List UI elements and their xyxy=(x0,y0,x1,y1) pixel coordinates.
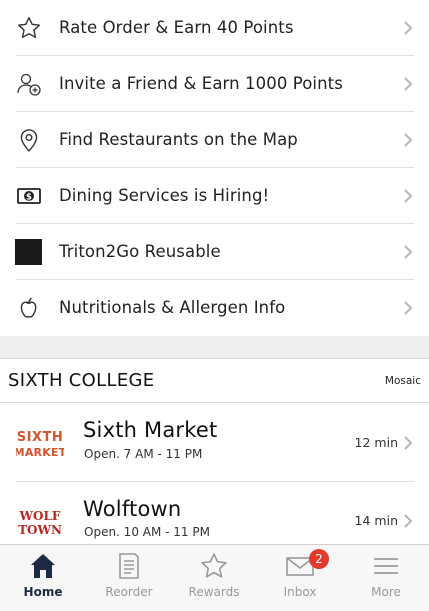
college-title: SIXTH COLLEGE xyxy=(8,370,155,391)
chevron-right-icon xyxy=(403,300,413,316)
menu-item-find-restaurants[interactable]: Find Restaurants on the Map xyxy=(0,112,429,168)
tab-label: Inbox xyxy=(283,585,317,599)
menu-item-rate-order[interactable]: Rate Order & Earn 40 Points xyxy=(0,0,429,56)
menu-item-nutritionals[interactable]: Nutritionals & Allergen Info xyxy=(0,280,429,336)
menu-item-label: Find Restaurants on the Map xyxy=(59,130,298,149)
black-square-icon xyxy=(15,238,43,266)
logo-text-line1: WOLF xyxy=(19,509,61,523)
chevron-right-icon xyxy=(403,435,413,451)
chevron-right-icon xyxy=(403,513,413,529)
tab-inbox[interactable]: 2 Inbox xyxy=(257,545,343,611)
tab-label: Home xyxy=(23,585,63,599)
college-header: SIXTH COLLEGE Mosaic xyxy=(0,359,429,403)
tab-label: Rewards xyxy=(188,585,240,599)
restaurant-name: Wolftown xyxy=(83,497,182,521)
chevron-right-icon xyxy=(403,132,413,148)
section-gap xyxy=(0,336,429,359)
chevron-right-icon xyxy=(403,76,413,92)
logo-text-line2: MARKET xyxy=(16,446,64,459)
restaurant-row-sixth-market[interactable]: SIXTH MARKET Sixth Market Open. 7 AM - 1… xyxy=(0,404,429,482)
star-outline-icon xyxy=(199,551,229,581)
menu-item-label: Rate Order & Earn 40 Points xyxy=(59,18,294,37)
tab-more[interactable]: More xyxy=(343,545,429,611)
tab-home[interactable]: Home xyxy=(0,545,86,611)
apple-icon xyxy=(15,294,43,322)
star-outline-icon xyxy=(15,14,43,42)
tab-label: More xyxy=(371,585,401,599)
college-link-mosaic[interactable]: Mosaic xyxy=(385,359,421,403)
restaurant-wait-time: 14 min xyxy=(354,513,398,528)
add-person-icon xyxy=(15,70,43,98)
home-icon xyxy=(28,551,58,581)
svg-text:$: $ xyxy=(26,192,32,202)
menu-item-label: Nutritionals & Allergen Info xyxy=(59,298,286,317)
restaurant-hours: Open. 7 AM - 11 PM xyxy=(84,447,203,461)
tab-reorder[interactable]: Reorder xyxy=(86,545,172,611)
receipt-icon xyxy=(114,551,144,581)
menu-item-hiring[interactable]: $ Dining Services is Hiring! xyxy=(0,168,429,224)
restaurant-wait-time: 12 min xyxy=(354,435,398,450)
tab-rewards[interactable]: Rewards xyxy=(171,545,257,611)
inbox-badge: 2 xyxy=(309,549,329,569)
restaurant-name: Sixth Market xyxy=(83,418,218,442)
menu-item-label: Invite a Friend & Earn 1000 Points xyxy=(59,74,343,93)
logo-text-line1: SIXTH xyxy=(17,430,63,445)
chevron-right-icon xyxy=(403,20,413,36)
map-pin-icon xyxy=(15,126,43,154)
wolftown-logo: WOLF TOWN xyxy=(16,504,64,540)
hamburger-menu-icon xyxy=(371,551,401,581)
menu-item-label: Triton2Go Reusable xyxy=(59,242,221,261)
bottom-tab-bar: Home Reorder Rewards 2 Inbox More xyxy=(0,544,429,611)
tab-label: Reorder xyxy=(105,585,153,599)
menu-item-invite-friend[interactable]: Invite a Friend & Earn 1000 Points xyxy=(0,56,429,112)
chevron-right-icon xyxy=(403,244,413,260)
menu-item-label: Dining Services is Hiring! xyxy=(59,186,270,205)
logo-text-line2: TOWN xyxy=(18,523,62,537)
sixth-market-logo: SIXTH MARKET xyxy=(14,426,67,462)
chevron-right-icon xyxy=(403,188,413,204)
menu-item-triton2go[interactable]: Triton2Go Reusable xyxy=(0,224,429,280)
dollar-bill-icon: $ xyxy=(15,182,43,210)
restaurant-hours: Open. 10 AM - 11 PM xyxy=(84,525,210,539)
